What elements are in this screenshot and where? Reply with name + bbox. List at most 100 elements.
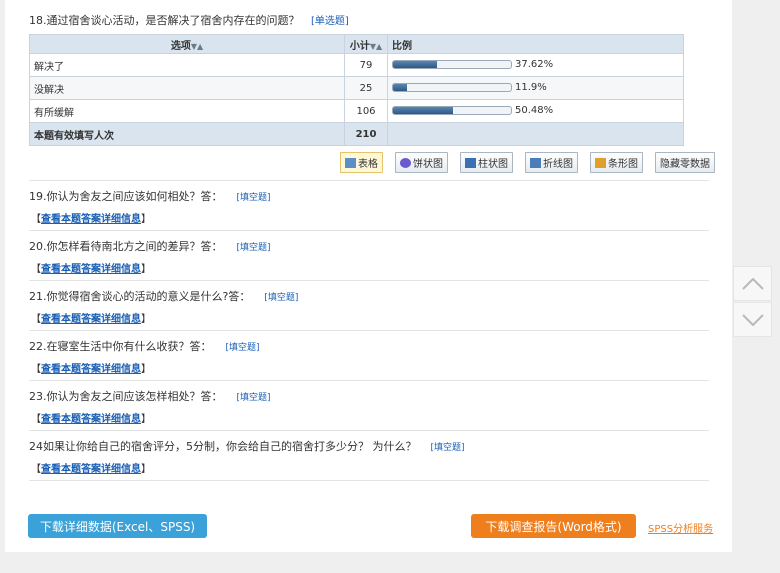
percent-bar (392, 60, 512, 70)
question-title: 23.你认为舍友之间应该怎样相处？答： [填空题] (29, 388, 271, 404)
pie-chart-icon (400, 157, 411, 168)
view-answer-details-link[interactable]: 查看本题答案详细信息 (41, 314, 141, 325)
bracket-close: 】 (141, 414, 151, 425)
answer-detail: 【查看本题答案详细信息】 (31, 460, 151, 475)
table-row: 解决了 79 37.62% (29, 53, 684, 77)
horizontal-bar-chart-icon (595, 157, 606, 168)
bar-chart-icon (465, 157, 476, 168)
question-type-tag: [填空题] (236, 243, 271, 253)
toolbar-button-label: 饼状图 (413, 159, 443, 170)
view-answer-details-link[interactable]: 查看本题答案详细信息 (41, 414, 141, 425)
question-18-title: 18.通过宿舍谈心活动，是否解决了宿舍内存在的问题？ [单选题] (29, 12, 349, 28)
scroll-up-button[interactable] (733, 266, 772, 301)
total-row: 本题有效填写人次 210 (29, 122, 684, 146)
bracket-open: 【 (31, 414, 41, 425)
toolbar-button-label: 折线图 (543, 159, 573, 170)
question-18-text: 18.通过宿舍谈心活动，是否解决了宿舍内存在的问题？ (29, 14, 300, 27)
bracket-open: 【 (31, 364, 41, 375)
table-row: 没解决 25 11.9% (29, 76, 684, 100)
scroll-down-button[interactable] (733, 302, 772, 337)
question-text: 23.你认为舍友之间应该怎样相处？答： (29, 390, 223, 403)
option-percent-cell: 50.48% (387, 99, 684, 123)
toolbar-button-label: 柱状图 (478, 159, 508, 170)
percent-text: 50.48% (515, 105, 554, 117)
divider (29, 230, 709, 231)
toolbar-button-1[interactable]: 饼状图 (395, 152, 448, 173)
question-type-tag: [填空题] (236, 193, 271, 203)
download-data-button[interactable]: 下载详细数据(Excel、SPSS) (28, 514, 207, 538)
percent-bar (392, 83, 512, 93)
percent-text: 11.9% (515, 82, 547, 94)
divider (29, 380, 709, 381)
option-percent-cell: 11.9% (387, 76, 684, 100)
question-text: 22.在寝室生活中你有什么收获？答： (29, 340, 212, 353)
option-percent-cell: 37.62% (387, 53, 684, 77)
view-answer-details-link[interactable]: 查看本题答案详细信息 (41, 214, 141, 225)
column-header-percent: 比例 (387, 34, 684, 54)
percent-text: 37.62% (515, 59, 554, 71)
question-title: 24如果让你给自己的宿舍评分，5分制，你会给自己的宿舍打多少分？ 为什么？ [填空… (29, 438, 465, 454)
option-label: 有所缓解 (29, 99, 345, 123)
question-type-tag: [填空题] (236, 393, 271, 403)
question-text: 19.你认为舍友之间应该如何相处？答： (29, 190, 223, 203)
bracket-close: 】 (141, 464, 151, 475)
spss-service-link[interactable]: SPSS分析服务 (648, 520, 713, 535)
question-text: 21.你觉得宿舍谈心的活动的意义是什么?答： (29, 290, 251, 303)
sort-icon[interactable]: ▼▲ (370, 42, 382, 51)
total-label: 本题有效填写人次 (29, 122, 345, 146)
chevron-up-icon (741, 277, 764, 290)
column-header-option[interactable]: 选项▼▲ (29, 34, 345, 54)
toolbar-button-2[interactable]: 柱状图 (460, 152, 513, 173)
divider (29, 330, 709, 331)
toolbar-button-4[interactable]: 条形图 (590, 152, 643, 173)
question-title: 20.你怎样看待南北方之间的差异？答： [填空题] (29, 238, 271, 254)
bracket-open: 【 (31, 464, 41, 475)
column-header-count[interactable]: 小计▼▲ (344, 34, 388, 54)
question-type-tag: [填空题] (225, 343, 260, 353)
question-title: 21.你觉得宿舍谈心的活动的意义是什么?答： [填空题] (29, 288, 298, 304)
question-type-tag: [单选题] (311, 16, 349, 27)
divider (29, 180, 709, 181)
chart-toolbar: 表格 饼状图 柱状图 折线图 条形图 隐藏零数据 (340, 152, 715, 173)
answer-detail: 【查看本题答案详细信息】 (31, 360, 151, 375)
bracket-open: 【 (31, 264, 41, 275)
divider (29, 480, 709, 481)
option-label: 没解决 (29, 76, 345, 100)
answer-detail: 【查看本题答案详细信息】 (31, 210, 151, 225)
total-count: 210 (344, 122, 388, 146)
download-report-button[interactable]: 下载调查报告(Word格式) (471, 514, 636, 538)
percent-bar-fill (393, 61, 438, 69)
question-text: 24如果让你给自己的宿舍评分，5分制，你会给自己的宿舍打多少分？ 为什么？ (29, 440, 417, 453)
answer-detail: 【查看本题答案详细信息】 (31, 410, 151, 425)
divider (29, 430, 709, 431)
table-row: 有所缓解 106 50.48% (29, 99, 684, 123)
question-type-tag: [填空题] (430, 443, 465, 453)
bracket-close: 】 (141, 364, 151, 375)
view-answer-details-link[interactable]: 查看本题答案详细信息 (41, 464, 141, 475)
line-chart-icon (530, 157, 541, 168)
chevron-down-icon (741, 313, 764, 326)
option-count: 79 (344, 53, 388, 77)
option-label: 解决了 (29, 53, 345, 77)
view-answer-details-link[interactable]: 查看本题答案详细信息 (41, 264, 141, 275)
toolbar-button-5[interactable]: 隐藏零数据 (655, 152, 715, 173)
results-table: 选项▼▲ 小计▼▲ 比例 解决了 79 37.62% 没解决 25 11.9% 有所缓解 10… (29, 34, 684, 146)
percent-bar (392, 106, 512, 116)
answer-detail: 【查看本题答案详细信息】 (31, 310, 151, 325)
toolbar-button-3[interactable]: 折线图 (525, 152, 578, 173)
answer-detail: 【查看本题答案详细信息】 (31, 260, 151, 275)
toolbar-button-label: 隐藏零数据 (660, 159, 710, 170)
bracket-open: 【 (31, 214, 41, 225)
bracket-close: 】 (141, 214, 151, 225)
bracket-close: 】 (141, 314, 151, 325)
option-count: 106 (344, 99, 388, 123)
toolbar-button-0[interactable]: 表格 (340, 152, 383, 173)
bracket-close: 】 (141, 264, 151, 275)
table-icon (345, 157, 356, 168)
option-count: 25 (344, 76, 388, 100)
percent-bar-fill (393, 84, 408, 92)
bracket-open: 【 (31, 314, 41, 325)
view-answer-details-link[interactable]: 查看本题答案详细信息 (41, 364, 141, 375)
question-text: 20.你怎样看待南北方之间的差异？答： (29, 240, 223, 253)
sort-icon[interactable]: ▼▲ (191, 42, 203, 51)
